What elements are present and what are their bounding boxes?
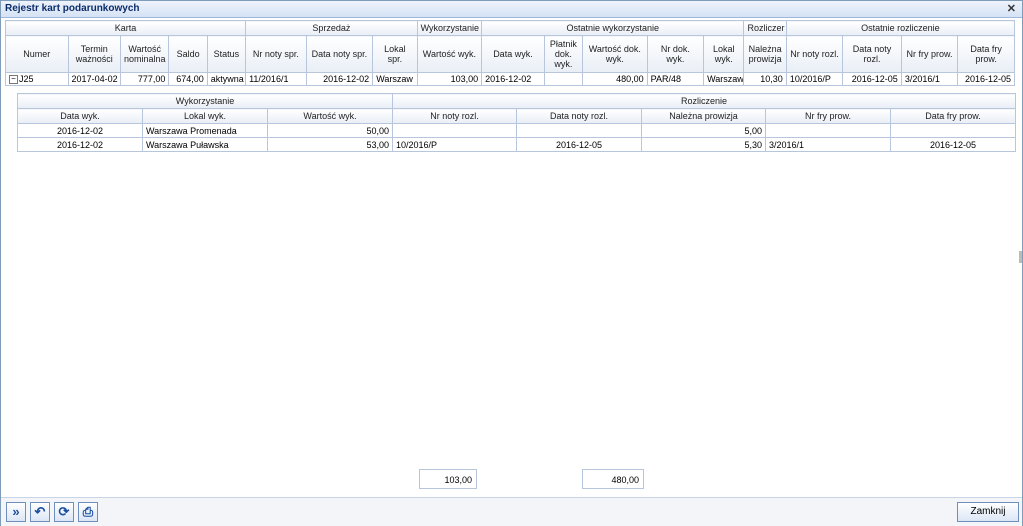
close-button[interactable]: Zamknij <box>957 502 1019 522</box>
title-bar: Rejestr kart podarunkowych ✕ <box>1 1 1022 18</box>
cell: aktywna <box>206 72 247 86</box>
column-header[interactable]: Lokal spr. <box>372 35 418 73</box>
cell: 10/2016/P <box>785 72 844 86</box>
column-header[interactable]: Wartość wyk. <box>416 35 483 73</box>
gift-card-table: Karta Sprzedaż Wykorzystanie Ostatnie wy… <box>4 20 1016 86</box>
bottom-toolbar: » ↶ ⟳ ⎙ Zamknij <box>1 497 1022 526</box>
undo-icon[interactable]: ↶ <box>30 502 50 522</box>
column-header[interactable]: Numer <box>5 35 69 73</box>
cell: 53,00 <box>267 137 393 152</box>
total-wartosc-dok: 480,00 <box>582 469 644 489</box>
column-header[interactable]: Termin ważności <box>67 35 122 73</box>
column-header[interactable]: Data wyk. <box>481 35 545 73</box>
cell: 480,00 <box>582 72 648 86</box>
cell: 2016-12-02 <box>481 72 545 86</box>
expand-icon[interactable]: » <box>6 502 26 522</box>
cell <box>765 123 891 138</box>
column-header[interactable]: Wartość dok. wyk. <box>582 35 648 73</box>
cell: 5,00 <box>641 123 766 138</box>
app-window: Rejestr kart podarunkowych ✕ Karta Sprze… <box>0 0 1023 526</box>
cell: 674,00 <box>168 72 208 86</box>
column-header[interactable]: Płatnik dok. wyk. <box>543 35 584 73</box>
splitter-handle[interactable] <box>1019 251 1022 263</box>
total-wartosc-wyk: 103,00 <box>419 469 477 489</box>
window-title: Rejestr kart podarunkowych <box>5 3 140 14</box>
column-header[interactable]: Status <box>206 35 247 73</box>
detail-group-rozliczenie: Rozliczenie <box>391 93 1017 109</box>
cell: 2017-04-02 <box>67 72 122 86</box>
column-header[interactable]: Data fry prow. <box>889 108 1017 124</box>
cell <box>889 123 1017 138</box>
column-header[interactable]: Lokal wyk. <box>703 35 745 73</box>
column-header[interactable]: Data wyk. <box>17 108 143 124</box>
cell: Warszaw <box>703 72 745 86</box>
cell: 103,00 <box>416 72 483 86</box>
cell: 3/2016/1 <box>900 72 959 86</box>
column-header[interactable]: Data noty spr. <box>305 35 374 73</box>
column-header[interactable]: Należna prowizja <box>743 35 787 73</box>
detail-table: Wykorzystanie Rozliczenie Data wyk. Loka… <box>17 93 1017 152</box>
group-header-karta: Karta <box>4 20 247 36</box>
column-header[interactable]: Wartość wyk. <box>267 108 393 124</box>
cell: 50,00 <box>267 123 393 138</box>
cell: 3/2016/1 <box>765 137 891 152</box>
cell: 2016-12-05 <box>889 137 1017 152</box>
column-header[interactable]: Nr fry prow. <box>765 108 891 124</box>
cell <box>516 123 642 138</box>
cell: Warszawa Promenada <box>142 123 268 138</box>
cell-numer: J25 <box>19 73 34 84</box>
group-header-rozliczenie: Rozliczer <box>743 20 787 36</box>
cell: 2016-12-02 <box>17 137 143 152</box>
column-header[interactable]: Data fry prow. <box>957 35 1015 73</box>
collapse-icon[interactable]: − <box>9 75 18 85</box>
cell: 11/2016/1 <box>245 72 307 86</box>
cell: 10/2016/P <box>392 137 517 152</box>
group-header-sprzedaz: Sprzedaż <box>245 20 418 36</box>
table-row[interactable]: 2016-12-02 Warszawa Promenada 50,00 5,00 <box>17 123 1017 138</box>
column-header[interactable]: Nr dok. wyk. <box>646 35 705 73</box>
table-row[interactable]: − J25 2017-04-02 777,00 674,00 aktywna 11… <box>5 72 1015 86</box>
column-header[interactable]: Nr fry prow. <box>900 35 959 73</box>
column-header[interactable]: Data noty rozl. <box>516 108 642 124</box>
cell: 2016-12-05 <box>957 72 1015 86</box>
group-header-wykorzystanie: Wykorzystanie <box>416 20 483 36</box>
refresh-icon[interactable]: ⟳ <box>54 502 74 522</box>
cell: Warszaw <box>372 72 418 86</box>
cell: 2016-12-02 <box>17 123 143 138</box>
column-header[interactable]: Nr noty rozl. <box>392 108 517 124</box>
column-header[interactable]: Saldo <box>168 35 208 73</box>
column-header[interactable]: Nr noty rozl. <box>785 35 844 73</box>
cell: Warszawa Puławska <box>142 137 268 152</box>
cell: 5,30 <box>641 137 766 152</box>
column-header[interactable]: Należna prowizja <box>641 108 766 124</box>
cell: PAR/48 <box>646 72 705 86</box>
column-header[interactable]: Lokal wyk. <box>142 108 268 124</box>
cell: 2016-12-05 <box>516 137 642 152</box>
close-icon[interactable]: ✕ <box>1007 2 1016 15</box>
group-header-ostatnie-wykorzystanie: Ostatnie wykorzystanie <box>481 20 745 36</box>
column-header[interactable]: Wartość nominalna <box>119 35 170 73</box>
print-icon[interactable]: ⎙ <box>78 502 98 522</box>
cell: 777,00 <box>119 72 170 86</box>
cell: 2016-12-02 <box>305 72 374 86</box>
column-header[interactable]: Data noty rozl. <box>842 35 902 73</box>
cell <box>543 72 584 86</box>
column-header[interactable]: Nr noty spr. <box>245 35 307 73</box>
group-header-ostatnie-rozliczenie: Ostatnie rozliczenie <box>785 20 1016 36</box>
cell <box>392 123 517 138</box>
cell: 2016-12-05 <box>842 72 902 86</box>
cell: 10,30 <box>743 72 787 86</box>
table-row[interactable]: 2016-12-02 Warszawa Puławska 53,00 10/20… <box>17 137 1017 152</box>
detail-group-wykorzystanie: Wykorzystanie <box>17 93 393 109</box>
